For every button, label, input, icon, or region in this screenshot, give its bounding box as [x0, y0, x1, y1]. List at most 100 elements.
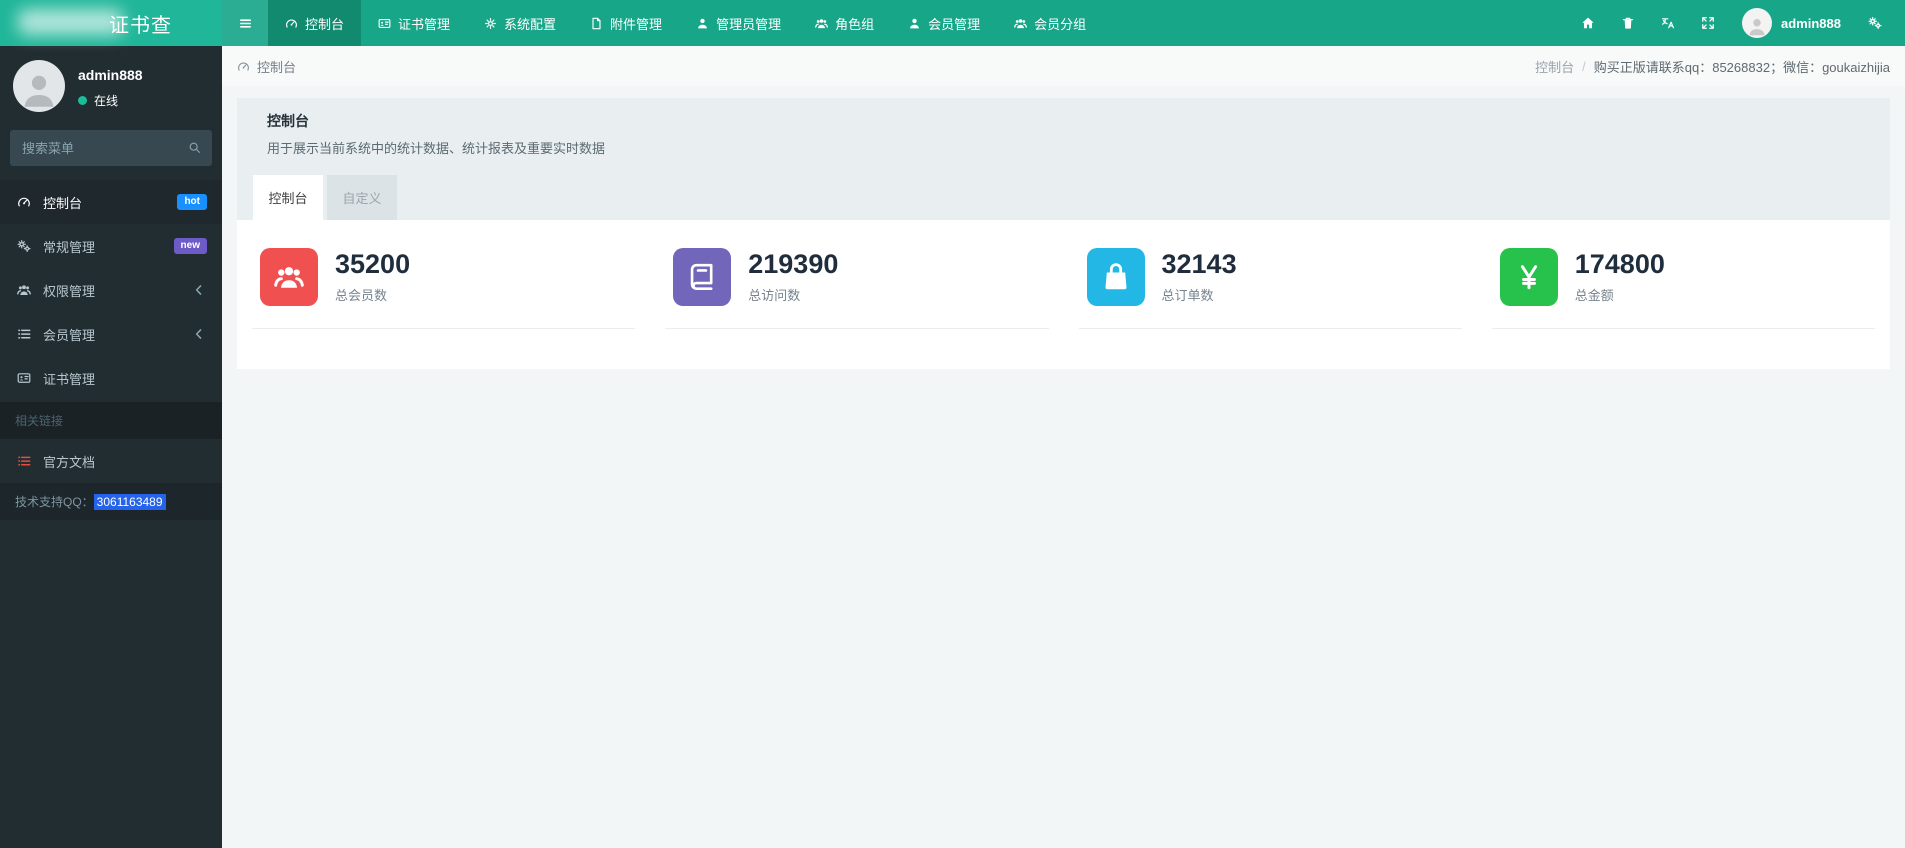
gauge-icon — [15, 195, 32, 209]
avatar[interactable] — [13, 60, 65, 112]
stat-tile — [1499, 248, 1558, 306]
stat-tile — [673, 248, 732, 306]
sidebar-item-dashboard[interactable]: 控制台 hot — [0, 180, 222, 224]
nav-item-dashboard[interactable]: 控制台 — [268, 0, 362, 46]
online-status-label: 在线 — [94, 94, 119, 108]
breadcrumb-page-link[interactable]: 控制台 — [1535, 57, 1574, 76]
panel-body: 35200 总会员数 219390 总访问数 32143 总订单数 174800… — [237, 220, 1890, 369]
search-input[interactable] — [10, 130, 212, 166]
home-button[interactable] — [1568, 0, 1608, 46]
nav-item-certificates[interactable]: 证书管理 — [361, 0, 467, 46]
nav-item-members[interactable]: 会员管理 — [891, 0, 997, 46]
settings-button[interactable] — [1855, 0, 1895, 46]
stat-total-members: 35200 总会员数 — [237, 248, 650, 329]
search-icon — [188, 141, 201, 154]
nav-item-label: 控制台 — [305, 16, 345, 32]
sidebar-item-label: 证书管理 — [43, 371, 96, 387]
tab-dashboard[interactable]: 控制台 — [253, 175, 323, 220]
sidebar-item-label: 控制台 — [43, 195, 83, 211]
page-description: 用于展示当前系统中的统计数据、统计报表及重要实时数据 — [267, 141, 606, 156]
nav-item-label: 证书管理 — [398, 16, 451, 32]
online-status-dot — [78, 96, 87, 105]
home-icon — [1581, 16, 1595, 30]
sidebar-toggle-button[interactable] — [222, 0, 268, 46]
sidebar-item-label: 权限管理 — [43, 283, 96, 299]
page-title: 控制台 — [267, 113, 309, 129]
id-card-icon — [378, 17, 391, 30]
navbar-right-tools: admin888 — [1568, 0, 1905, 46]
chevron-left-icon — [190, 327, 207, 341]
chevron-left-icon — [190, 283, 207, 297]
expand-icon — [1701, 16, 1715, 30]
tab-custom[interactable]: 自定义 — [327, 175, 397, 220]
support-qq-number: 3061163489 — [93, 493, 166, 510]
user-menu[interactable]: admin888 — [1728, 0, 1855, 46]
nav-item-member-groups[interactable]: 会员分组 — [997, 0, 1103, 46]
stat-total-amount: 174800 总金额 — [1477, 248, 1890, 329]
fullscreen-button[interactable] — [1688, 0, 1728, 46]
language-button[interactable] — [1648, 0, 1688, 46]
doc-link-label: 官方文档 — [43, 454, 96, 470]
nav-item-system-config[interactable]: 系统配置 — [467, 0, 573, 46]
sidebar-item-label: 会员管理 — [43, 327, 96, 343]
sidebar: admin888 在线 控制台 hot 常规管理 new 权限管理 会员 — [0, 46, 222, 848]
list-icon — [15, 454, 32, 468]
stat-tile — [260, 248, 318, 306]
users-icon — [1014, 17, 1028, 30]
stat-value: 174800 — [1574, 249, 1665, 280]
list-icon — [15, 327, 32, 341]
sidebar-link-docs[interactable]: 官方文档 — [0, 439, 222, 483]
yen-icon — [1514, 262, 1544, 292]
shopping-bag-icon — [1101, 262, 1131, 292]
sidebar-item-label: 常规管理 — [43, 239, 96, 255]
nav-item-attachments[interactable]: 附件管理 — [573, 0, 679, 46]
user-icon — [696, 17, 709, 30]
vendor-contact-note: 购买正版请联系qq：85268832；微信：goukaizhijia — [1593, 59, 1890, 75]
avatar — [1742, 8, 1773, 38]
language-icon — [1661, 16, 1675, 30]
dashboard-panel: 控制台 用于展示当前系统中的统计数据、统计报表及重要实时数据 控制台 自定义 3… — [237, 98, 1890, 369]
nav-item-role-groups[interactable]: 角色组 — [798, 0, 891, 46]
stat-tile — [1086, 248, 1145, 306]
sidebar-section-links: 相关链接 — [0, 402, 222, 439]
sidebar-item-auth[interactable]: 权限管理 — [0, 268, 222, 312]
sidebar-user-panel: admin888 在线 — [0, 46, 222, 124]
stat-value: 32143 — [1161, 249, 1237, 280]
support-qq-prefix: 技术支持QQ： — [15, 495, 94, 509]
panel-header: 控制台 用于展示当前系统中的统计数据、统计报表及重要实时数据 — [237, 98, 1890, 161]
sidebar-item-certificates[interactable]: 证书管理 — [0, 356, 222, 400]
breadcrumb: 控制台 — [237, 57, 296, 76]
id-card-icon — [15, 371, 32, 385]
book-icon — [687, 262, 717, 292]
sidebar-item-general[interactable]: 常规管理 new — [0, 224, 222, 268]
breadcrumb-bar: 控制台 控制台 / 购买正版请联系qq：85268832；微信：goukaizh… — [222, 46, 1905, 86]
user-icon — [18, 70, 60, 112]
top-navbar: 证书查 控制台 证书管理 系统配置 附件管理 管理员管理 角色组 会员管理 会员… — [0, 0, 1905, 46]
stat-total-visits: 219390 总访问数 — [650, 248, 1063, 329]
stat-label: 总会员数 — [335, 287, 388, 303]
nav-item-label: 附件管理 — [610, 16, 663, 32]
gear-icon — [484, 17, 497, 30]
file-icon — [590, 17, 603, 30]
sidebar-support-qq: 技术支持QQ： 3061163489 — [0, 483, 222, 520]
top-nav-menu: 控制台 证书管理 系统配置 附件管理 管理员管理 角色组 会员管理 会员分组 — [268, 0, 1103, 46]
sidebar-item-members[interactable]: 会员管理 — [0, 312, 222, 356]
breadcrumb-label: 控制台 — [257, 59, 297, 75]
logo-blurred-watermark — [18, 9, 123, 35]
breadcrumb-right: 控制台 / 购买正版请联系qq：85268832；微信：goukaizhijia — [1535, 57, 1890, 76]
stat-label: 总访问数 — [748, 287, 801, 303]
clear-cache-button[interactable] — [1608, 0, 1648, 46]
nav-item-label: 会员分组 — [1034, 16, 1087, 32]
users-icon — [815, 17, 828, 30]
cogs-icon — [15, 239, 32, 253]
nav-item-admins[interactable]: 管理员管理 — [679, 0, 798, 46]
sidebar-search — [10, 130, 212, 166]
nav-item-label: 会员管理 — [928, 16, 981, 32]
nav-item-label: 角色组 — [835, 16, 875, 32]
app-logo[interactable]: 证书查 — [0, 0, 222, 46]
new-badge: new — [173, 238, 207, 254]
breadcrumb-separator: / — [1582, 58, 1586, 74]
panel-tabs: 控制台 自定义 — [237, 175, 1890, 220]
gauge-icon — [237, 60, 250, 73]
user-icon — [1746, 16, 1768, 38]
